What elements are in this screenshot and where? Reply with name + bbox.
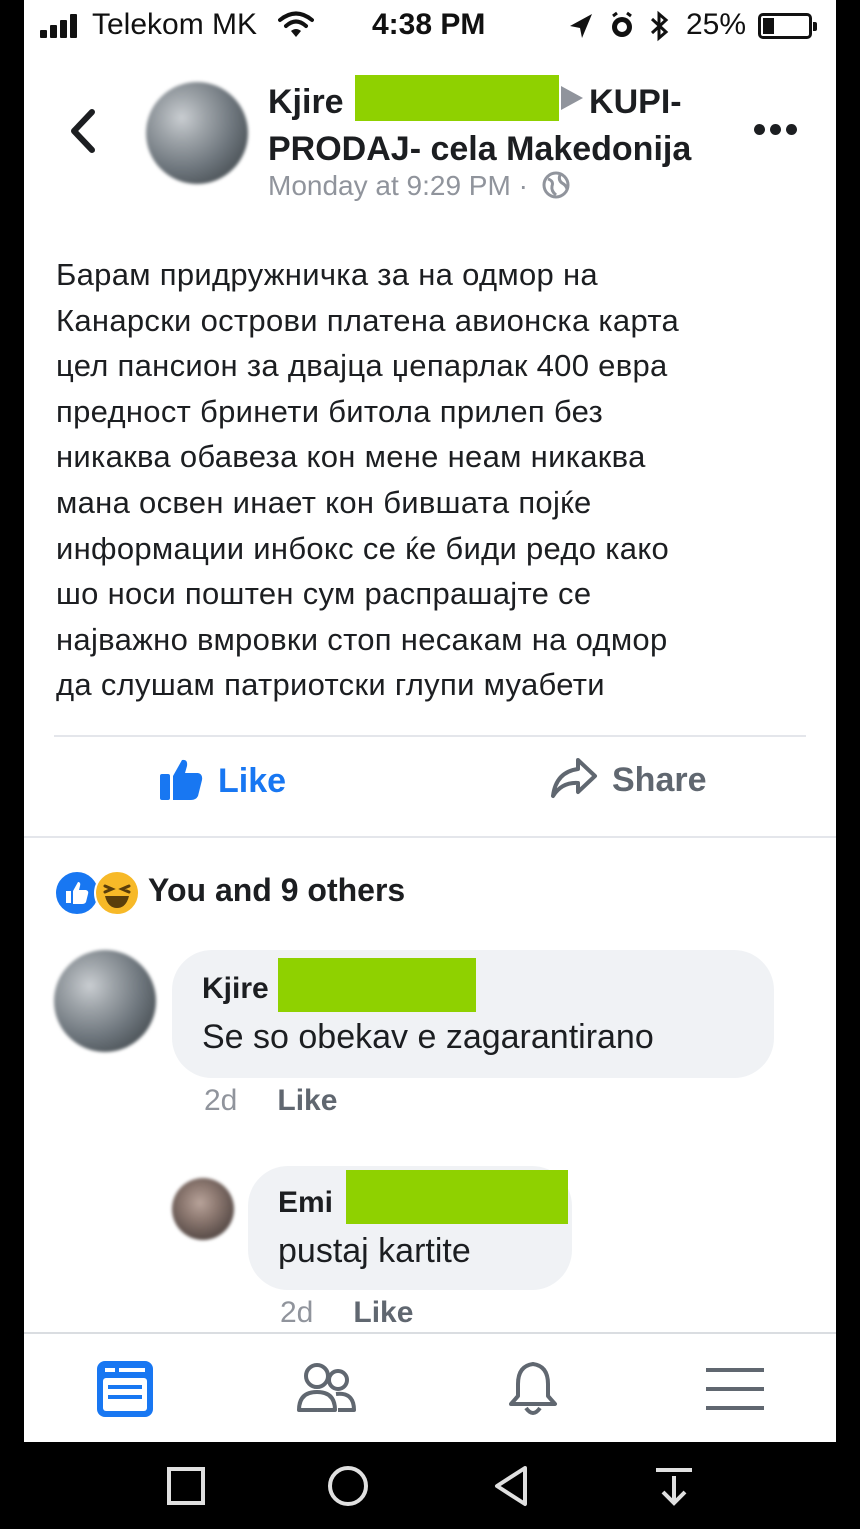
- reaction-count-text: You and 9 others: [148, 872, 406, 908]
- haha-reaction-icon: [94, 870, 140, 916]
- meta-separator: ·: [518, 170, 528, 201]
- post-body-line: Барам придружничка за на одмор на: [56, 257, 598, 292]
- signal-icon: [40, 14, 82, 38]
- comment-age: 2d: [204, 1084, 238, 1117]
- comment-bubble: Kjire Se so obekav e zagarantirano: [172, 950, 774, 1078]
- post-body-line: никаква обавеза кон мене неам никаква: [56, 439, 646, 475]
- post-meta: Monday at 9:29 PM ·: [268, 170, 570, 202]
- system-nav-bar: [0, 1442, 860, 1529]
- location-arrow-icon: [570, 14, 592, 38]
- author-avatar[interactable]: [146, 82, 248, 184]
- post-body-line: мана освен инает кон бившата појќе: [56, 484, 592, 520]
- comment-text: Se so obekav e zagarantirano: [202, 1018, 654, 1056]
- battery-percent: 25%: [686, 8, 747, 41]
- share-label: Share: [612, 760, 707, 799]
- news-feed-icon[interactable]: [94, 1358, 156, 1420]
- post-body-line: шо носи поштен сум распрашајте се: [56, 576, 592, 612]
- post-body-line: да слушам патриотски глупи муабети: [56, 667, 605, 703]
- post-body-line: цел пансион за двајца џепарлак 400 евра: [56, 348, 668, 384]
- comment-author[interactable]: Kjire: [202, 972, 269, 1006]
- post-body-line: предност бринети битола прилеп без: [56, 393, 603, 429]
- back-arrow-icon[interactable]: [64, 106, 100, 156]
- app-screen: Telekom MK 4:38 PM 25% Kjire KUPI-PRODAJ…: [24, 0, 836, 1442]
- commenter-avatar[interactable]: [54, 950, 156, 1052]
- menu-icon[interactable]: [704, 1358, 766, 1420]
- clock-time: 4:38 PM: [372, 8, 486, 41]
- reply-age: 2d: [280, 1296, 314, 1329]
- status-bar: Telekom MK 4:38 PM 25%: [24, 0, 836, 52]
- notification-shade-icon[interactable]: [652, 1464, 696, 1508]
- recent-apps-icon[interactable]: [164, 1464, 208, 1508]
- back-nav-icon[interactable]: [490, 1464, 534, 1508]
- share-arrow-icon: [551, 758, 597, 798]
- post-body-line: најважно вмровки стоп несакам на одмор: [56, 621, 668, 657]
- comment-like-button[interactable]: Like: [277, 1084, 337, 1117]
- divider: [54, 735, 806, 737]
- reply-text: pustaj kartite: [278, 1232, 471, 1270]
- battery-icon: [758, 13, 817, 39]
- post-body-line: информации инбокс се ќе биди редо како: [56, 530, 670, 566]
- reply-meta: 2d Like: [280, 1296, 413, 1330]
- home-icon[interactable]: [326, 1464, 370, 1508]
- post-timestamp[interactable]: Monday at 9:29 PM: [268, 170, 511, 201]
- redacted-name: [278, 958, 476, 1012]
- section-separator: [24, 836, 836, 838]
- redacted-name: [355, 75, 560, 122]
- comment-meta: 2d Like: [204, 1084, 337, 1118]
- post-body: Барам придружничка за на одмор на Канарс…: [56, 252, 816, 708]
- thumbs-up-icon: [160, 759, 203, 800]
- post-title: Kjire KUPI-PRODAJ- cela Makedonija: [268, 75, 728, 171]
- author-name[interactable]: Kjire: [268, 83, 344, 121]
- reply-bubble: Emi pustaj kartite: [248, 1166, 572, 1290]
- alarm-icon: [612, 11, 632, 37]
- more-options-icon[interactable]: [754, 124, 798, 138]
- like-label: Like: [218, 761, 287, 800]
- arrow-right-icon: [561, 86, 584, 111]
- notifications-icon[interactable]: [502, 1358, 564, 1420]
- redacted-name: [346, 1170, 568, 1224]
- bottom-tab-bar: [24, 1332, 836, 1442]
- bluetooth-icon: [650, 10, 669, 42]
- reply-avatar[interactable]: [172, 1178, 234, 1240]
- reply-author[interactable]: Emi: [278, 1186, 333, 1220]
- share-button[interactable]: Share: [550, 758, 707, 816]
- globe-icon: [542, 171, 570, 199]
- phone-frame: Telekom MK 4:38 PM 25% Kjire KUPI-PRODAJ…: [0, 0, 860, 1529]
- friends-icon[interactable]: [296, 1358, 358, 1420]
- wifi-icon: [278, 11, 314, 37]
- reply-like-button[interactable]: Like: [353, 1296, 413, 1329]
- carrier-name: Telekom MK: [92, 8, 258, 41]
- post-body-line: Канарски острови платена авионска карта: [56, 302, 680, 338]
- like-button[interactable]: Like: [158, 759, 287, 816]
